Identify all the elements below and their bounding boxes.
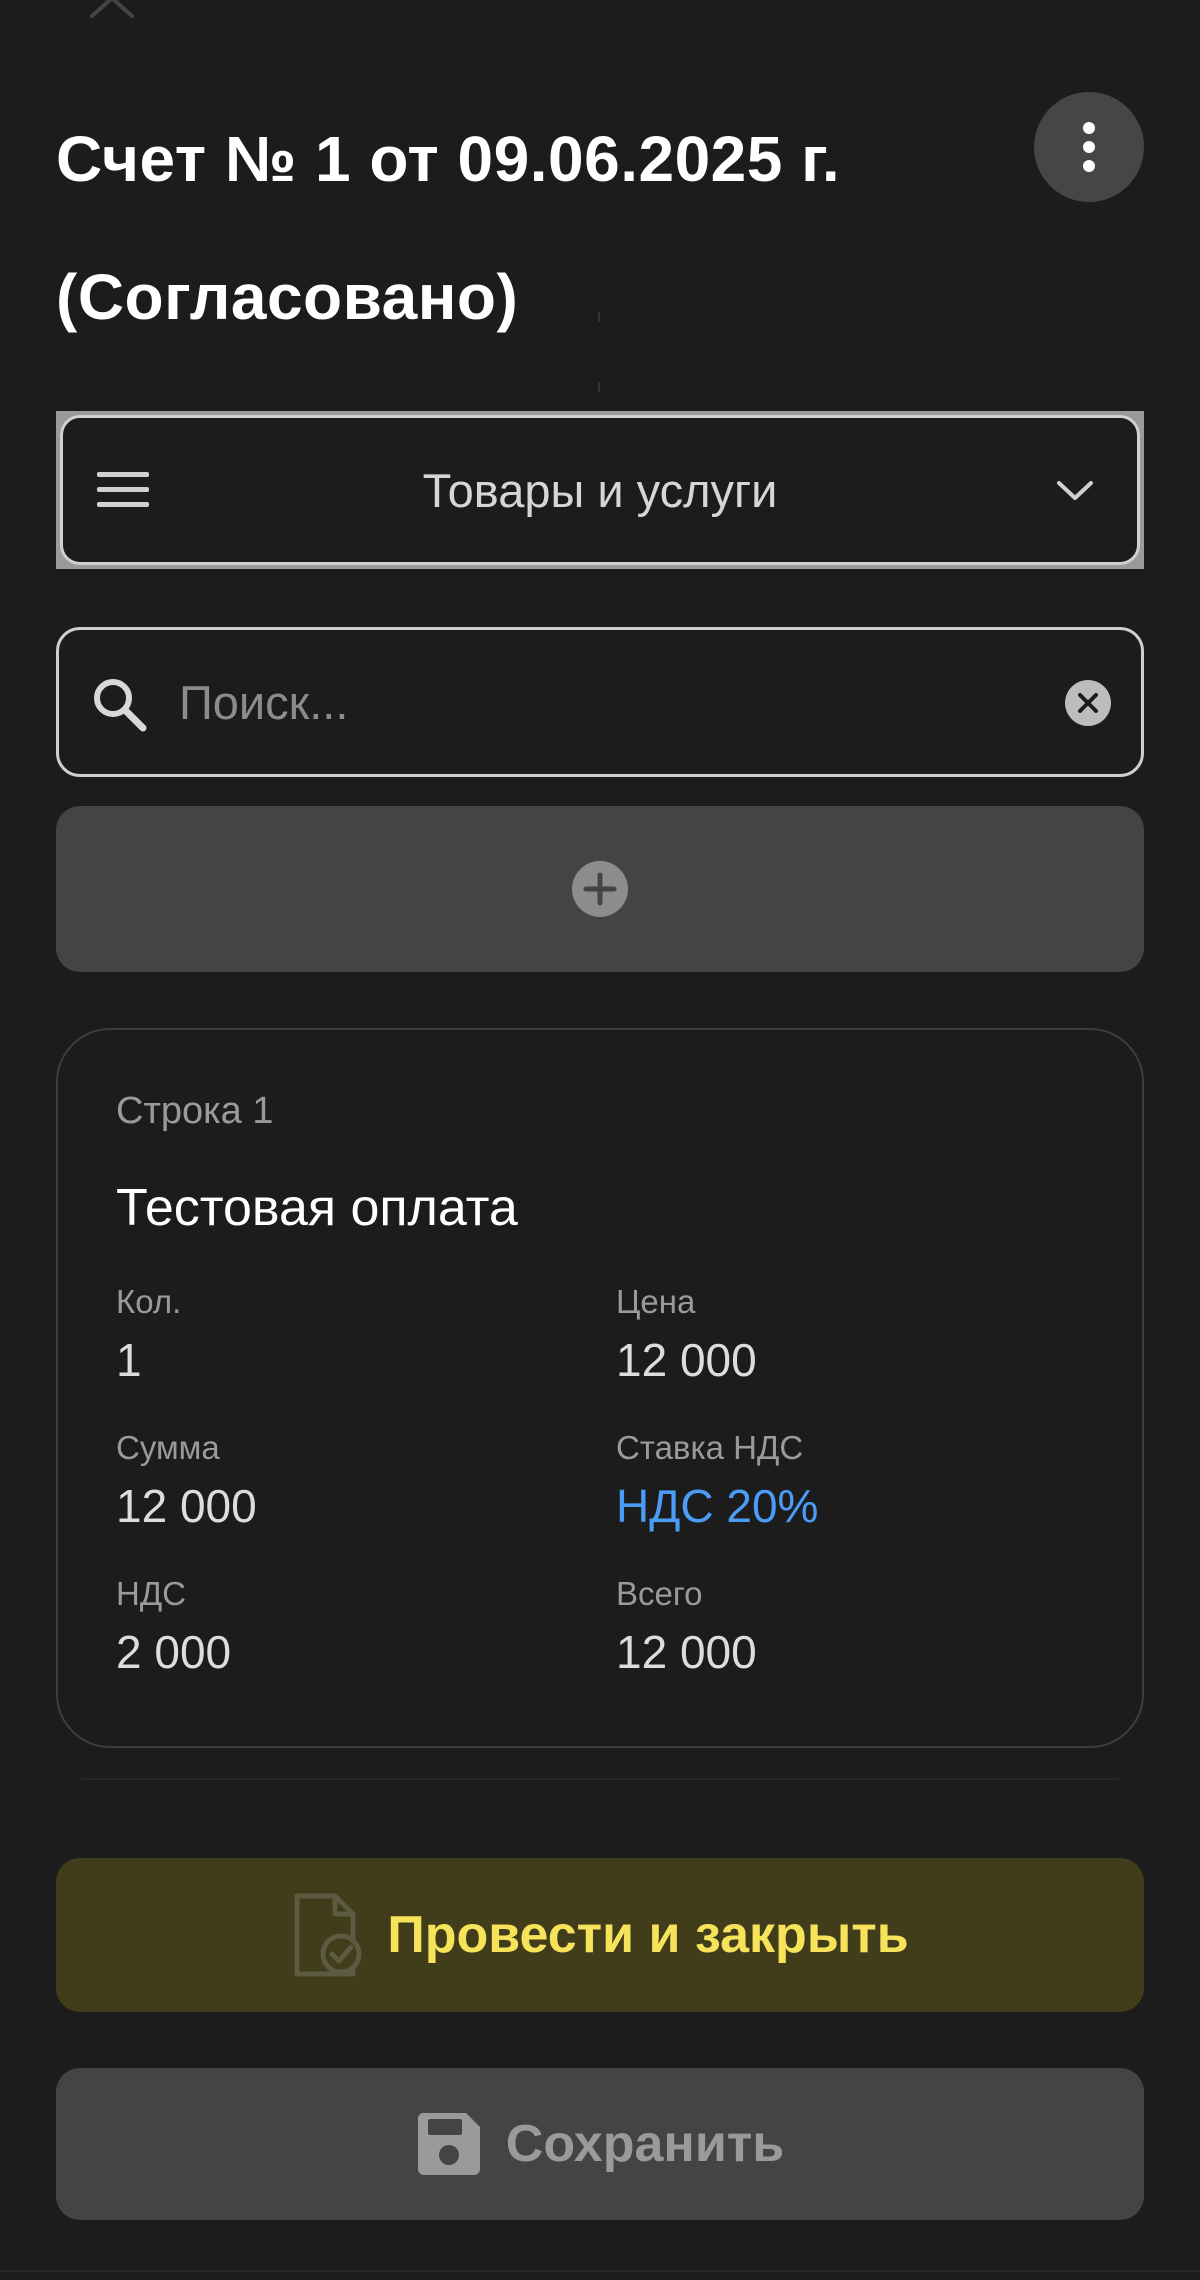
quantity-field: Кол. 1 — [116, 1282, 181, 1388]
invoice-page: Счет № 1 от 09.06.2025 г. (Согласовано) … — [0, 0, 1200, 2280]
amount-value: 12 000 — [116, 1480, 257, 1532]
price-field: Цена 12 000 — [616, 1282, 757, 1388]
add-row-button[interactable] — [56, 806, 1144, 972]
post-and-close-label: Провести и закрыть — [387, 1906, 909, 1964]
quantity-value: 1 — [116, 1334, 142, 1386]
quantity-label: Кол. — [116, 1283, 182, 1320]
total-label: Всего — [616, 1575, 703, 1612]
vat-value: 2 000 — [116, 1626, 232, 1678]
vat-rate-link[interactable]: НДС 20% — [616, 1478, 818, 1534]
section-select[interactable]: Товары и услуги — [60, 415, 1140, 565]
save-button[interactable]: Сохранить — [56, 2068, 1144, 2220]
section-select-focus-frame: Товары и услуги — [56, 411, 1144, 569]
search-icon — [94, 679, 147, 732]
chevron-down-icon — [1057, 481, 1093, 500]
row-card[interactable]: Строка 1 Тестовая оплата Кол. 1 Цена 12 … — [56, 1028, 1144, 1748]
document-check-icon — [294, 1893, 362, 1977]
vat-rate-label: Ставка НДС — [616, 1429, 804, 1466]
next-card-edge — [80, 1778, 1120, 1780]
clear-circle-icon[interactable] — [1063, 678, 1113, 728]
save-label: Сохранить — [505, 2115, 785, 2173]
vat-field: НДС 2 000 — [116, 1574, 231, 1680]
floppy-disk-icon — [417, 2113, 480, 2175]
section-select-label: Товары и услуги — [422, 463, 778, 517]
more-menu-button[interactable] — [1034, 92, 1144, 202]
title-line-1: Счет № 1 от 09.06.2025 г. — [56, 123, 841, 195]
divider-tick — [598, 382, 600, 392]
amount-field: Сумма 12 000 — [116, 1428, 257, 1534]
search-input[interactable] — [179, 630, 979, 774]
price-value: 12 000 — [616, 1334, 757, 1386]
vat-rate-field: Ставка НДС НДС 20% — [616, 1428, 818, 1534]
total-value: 12 000 — [616, 1626, 757, 1678]
more-vertical-icon — [1083, 122, 1095, 172]
post-and-close-button[interactable]: Провести и закрыть — [56, 1858, 1144, 2012]
page-title: Счет № 1 от 09.06.2025 г. (Согласовано) — [56, 90, 1016, 366]
divider-tick — [598, 312, 600, 322]
vat-label: НДС — [116, 1575, 187, 1612]
row-item-name: Тестовая оплата — [116, 1179, 518, 1237]
chevron-up-icon[interactable] — [86, 0, 138, 34]
plus-circle-icon — [572, 861, 628, 917]
row-number: Строка 1 — [116, 1090, 274, 1132]
amount-label: Сумма — [116, 1429, 220, 1466]
bottom-divider — [0, 2270, 1200, 2272]
price-label: Цена — [616, 1283, 696, 1320]
total-field: Всего 12 000 — [616, 1574, 757, 1680]
hamburger-icon — [97, 472, 149, 507]
search-box — [56, 627, 1144, 777]
title-line-2: (Согласовано) — [56, 261, 519, 333]
